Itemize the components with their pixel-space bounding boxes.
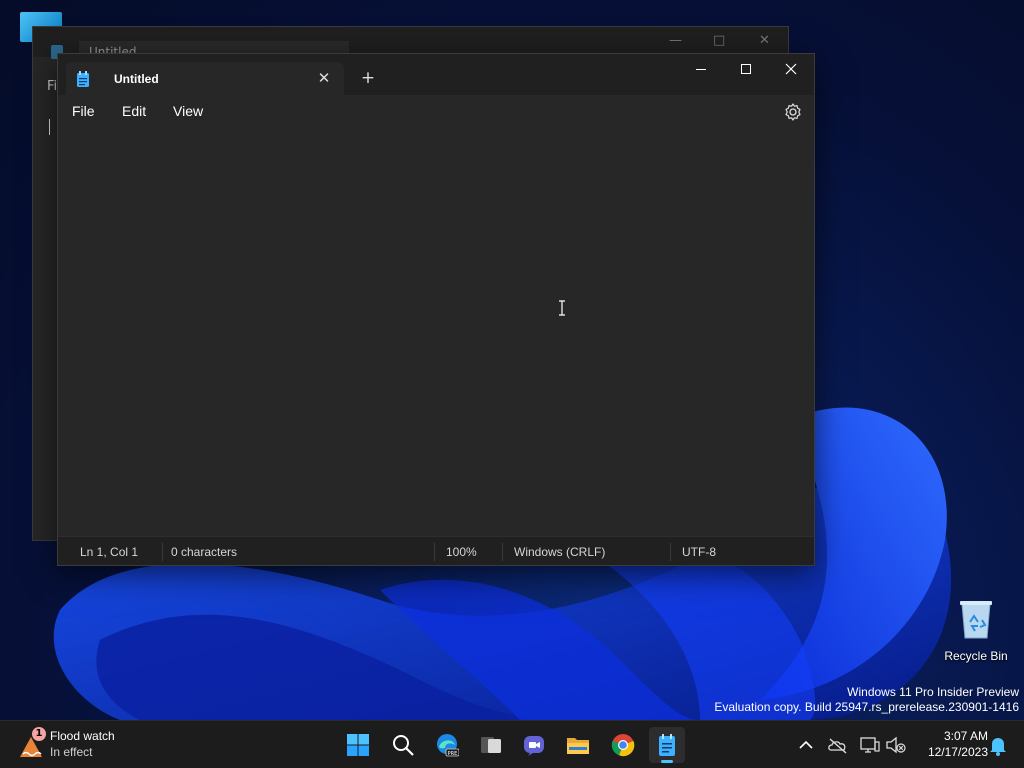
- notepad-icon: [77, 71, 89, 87]
- maximize-icon: [741, 64, 751, 74]
- status-encoding[interactable]: UTF-8: [682, 545, 716, 559]
- divider: [502, 543, 503, 561]
- menu-edit[interactable]: Edit: [122, 103, 146, 119]
- tab-untitled[interactable]: Untitled ✕: [66, 62, 344, 95]
- recycle-bin-icon: [960, 601, 992, 639]
- text-caret: [49, 119, 50, 135]
- menu-file[interactable]: File: [72, 103, 95, 119]
- divider: [670, 543, 671, 561]
- weather-title: Flood watch: [50, 729, 115, 743]
- volume-muted-icon[interactable]: [884, 733, 908, 757]
- maximize-button[interactable]: [723, 54, 769, 84]
- evaluation-watermark: Windows 11 Pro Insider Preview Evaluatio…: [714, 685, 1019, 715]
- notepad-icon: [659, 734, 675, 756]
- start-button[interactable]: [340, 727, 376, 763]
- minimize-icon[interactable]: —: [669, 33, 682, 48]
- close-icon[interactable]: ✕: [759, 33, 770, 48]
- taskbar-chrome[interactable]: [605, 727, 641, 763]
- minimize-icon: [696, 69, 706, 70]
- taskbar: 1 Flood watch In effect PRE 3:07 AM 12/1…: [0, 720, 1024, 768]
- close-button[interactable]: [768, 54, 814, 84]
- edge-beta-icon: PRE: [437, 734, 459, 757]
- maximize-icon[interactable]: □: [713, 33, 725, 48]
- clock-time: 3:07 AM: [943, 729, 988, 743]
- minimize-button[interactable]: [678, 54, 724, 84]
- status-zoom[interactable]: 100%: [446, 545, 477, 559]
- desktop-icon-label: Recycle Bin: [944, 649, 1008, 663]
- status-bar: Ln 1, Col 1 0 characters 100% Windows (C…: [58, 536, 814, 565]
- new-tab-button[interactable]: +: [356, 66, 380, 90]
- task-view-icon: [481, 737, 501, 753]
- taskbar-chat[interactable]: [516, 727, 552, 763]
- notification-bell-icon[interactable]: [986, 733, 1010, 757]
- watermark-line-1: Windows 11 Pro Insider Preview: [847, 685, 1019, 699]
- divider: [162, 543, 163, 561]
- close-tab-icon[interactable]: ✕: [312, 66, 336, 90]
- task-view-button[interactable]: [473, 727, 509, 763]
- search-button[interactable]: [385, 727, 421, 763]
- weather-widget[interactable]: 1 Flood watch In effect: [16, 727, 146, 763]
- status-line-ending[interactable]: Windows (CRLF): [514, 545, 605, 559]
- network-icon[interactable]: [858, 733, 882, 757]
- notepad-window[interactable]: Untitled ✕ + File Edit View Ln 1, Col 1 …: [57, 53, 815, 566]
- notification-badge: 1: [32, 727, 46, 741]
- svg-text:PRE: PRE: [448, 751, 458, 757]
- clock[interactable]: 3:07 AM 12/17/2023: [912, 728, 988, 760]
- chevron-up-icon[interactable]: [794, 733, 818, 757]
- search-icon: [393, 735, 414, 756]
- text-cursor-icon: [559, 300, 565, 316]
- settings-gear-icon[interactable]: [782, 101, 804, 123]
- menu-view[interactable]: View: [173, 103, 203, 119]
- taskbar-notepad[interactable]: [649, 727, 685, 763]
- file-explorer-icon: [567, 738, 589, 754]
- close-icon: [785, 63, 797, 75]
- tab-title: Untitled: [114, 72, 159, 86]
- onedrive-offline-icon[interactable]: [826, 733, 850, 757]
- desktop-icon-recycle-bin[interactable]: Recycle Bin: [940, 594, 1012, 663]
- titlebar[interactable]: Untitled ✕ +: [58, 54, 814, 95]
- chrome-icon: [611, 734, 635, 757]
- start-icon: [347, 734, 369, 756]
- weather-subtitle: In effect: [50, 745, 93, 759]
- divider: [434, 543, 435, 561]
- watermark-line-2: Evaluation copy. Build 25947.rs_prerelea…: [714, 700, 1019, 714]
- taskbar-file-explorer[interactable]: [560, 727, 596, 763]
- clock-date: 12/17/2023: [927, 745, 988, 759]
- status-character-count: 0 characters: [171, 545, 238, 559]
- text-editor[interactable]: [58, 129, 814, 536]
- active-app-indicator: [661, 760, 673, 763]
- menu-bar: File Edit View: [58, 95, 814, 129]
- teams-icon: [524, 736, 544, 756]
- status-cursor-position: Ln 1, Col 1: [80, 545, 139, 559]
- taskbar-edge-beta[interactable]: PRE: [429, 727, 465, 763]
